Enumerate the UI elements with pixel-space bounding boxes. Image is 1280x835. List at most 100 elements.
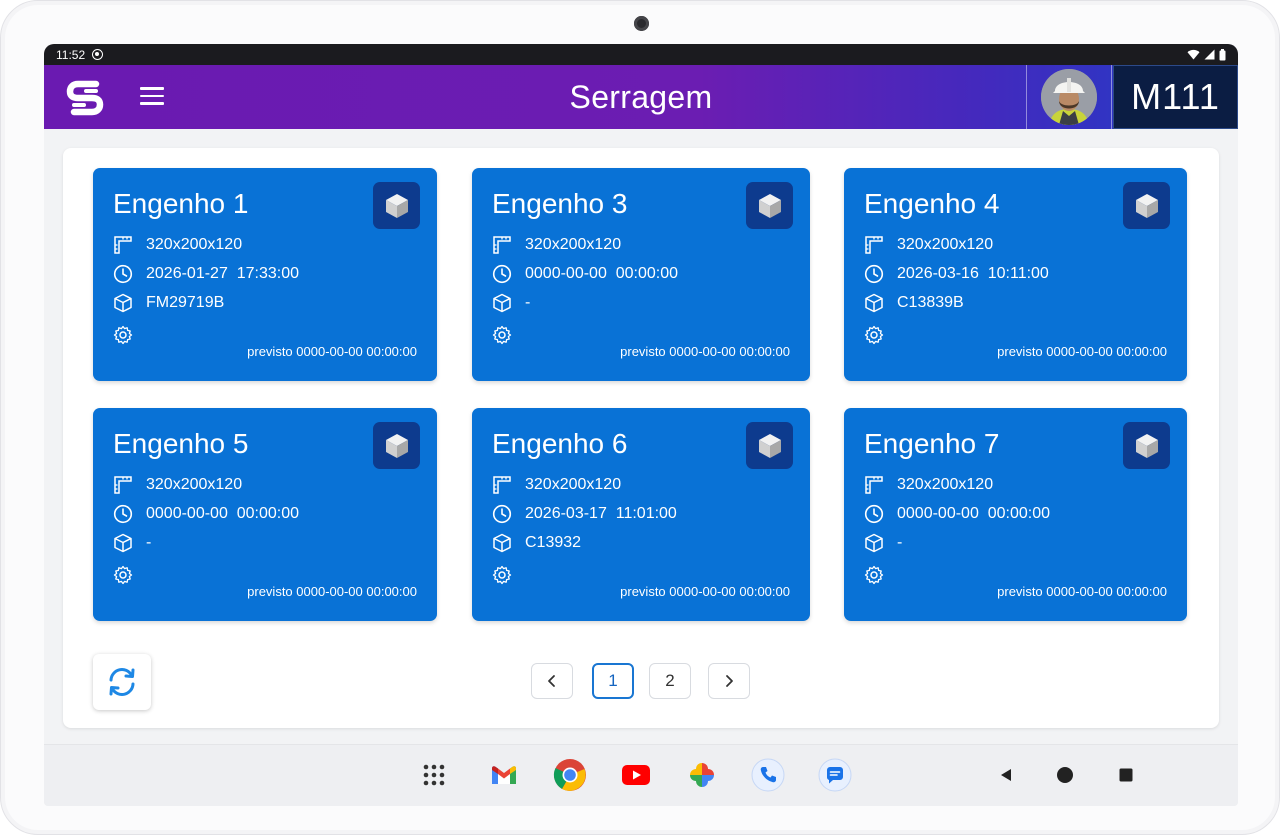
ruler-icon: [493, 236, 511, 254]
box-icon: [493, 293, 511, 313]
datetime-row: 2026-03-16 10:11:00: [864, 263, 1049, 285]
recents-button[interactable]: [1116, 765, 1136, 785]
card-title: Engenho 6: [492, 428, 628, 459]
datetime-row: 0000-00-00 00:00:00: [864, 503, 1050, 525]
cube-badge-button[interactable]: [1123, 422, 1170, 469]
cube-icon: [385, 433, 408, 458]
cube-icon: [758, 433, 781, 458]
app-bar: Serragem M111: [44, 65, 1238, 129]
gear-icon[interactable]: [492, 565, 512, 585]
tablet-frame: 11:52 Serragem M111 Engenho 1 320x200x12…: [0, 0, 1280, 835]
wifi-icon: [1187, 49, 1200, 60]
card-dimensions: 320x200x120: [525, 236, 622, 253]
navigation-bar: [44, 744, 1238, 806]
gear-icon[interactable]: [864, 325, 884, 345]
gear-icon[interactable]: [113, 565, 133, 585]
apps-grid-icon: [423, 764, 445, 786]
card-forecast: previsto 0000-00-00 00:00:00: [247, 584, 417, 599]
dimensions-row: 320x200x120: [113, 474, 242, 496]
card-forecast: previsto 0000-00-00 00:00:00: [997, 344, 1167, 359]
pagination-next-button[interactable]: [708, 663, 750, 699]
status-bar: 11:52: [44, 44, 1238, 65]
cube-icon: [758, 193, 781, 218]
chevron-right-icon: [726, 675, 733, 687]
datetime-row: 2026-03-17 11:01:00: [492, 503, 677, 525]
code-row: FM29719B: [113, 292, 224, 314]
main-panel: Engenho 1 320x200x120 2026-01-27 17:33:0…: [63, 148, 1219, 728]
card-title: Engenho 5: [113, 428, 249, 459]
cube-badge-button[interactable]: [373, 422, 420, 469]
youtube-app-button[interactable]: [618, 757, 654, 793]
card-datetime: 0000-00-00 00:00:00: [525, 265, 679, 282]
ruler-icon: [114, 476, 132, 494]
gear-icon[interactable]: [864, 565, 884, 585]
machine-card[interactable]: Engenho 3 320x200x120 0000-00-00 00:00:0…: [472, 168, 810, 381]
machine-card[interactable]: Engenho 4 320x200x120 2026-03-16 10:11:0…: [844, 168, 1187, 381]
code-row: C13932: [492, 532, 581, 554]
card-title: Engenho 3: [492, 188, 628, 219]
cube-badge-button[interactable]: [1123, 182, 1170, 229]
photos-icon: [690, 763, 714, 787]
code-row: -: [864, 532, 902, 554]
cube-badge-button[interactable]: [746, 182, 793, 229]
record-icon: [92, 49, 104, 60]
gmail-app-button[interactable]: [486, 757, 522, 793]
messages-app-button[interactable]: [817, 757, 853, 793]
refresh-button[interactable]: [93, 654, 151, 710]
gear-icon[interactable]: [492, 325, 512, 345]
back-triangle-icon: [1001, 769, 1011, 781]
chrome-app-button[interactable]: [552, 757, 588, 793]
cube-icon: [1135, 193, 1158, 218]
card-title: Engenho 1: [113, 188, 249, 219]
datetime-row: 0000-00-00 00:00:00: [492, 263, 678, 285]
card-dimensions: 320x200x120: [525, 476, 622, 493]
phone-app-button[interactable]: [750, 757, 786, 793]
phone-icon: [751, 758, 785, 792]
box-icon: [114, 533, 132, 553]
gear-icon[interactable]: [113, 325, 133, 345]
card-code: C13932: [525, 534, 582, 551]
card-code: -: [525, 294, 531, 311]
card-forecast: previsto 0000-00-00 00:00:00: [620, 584, 790, 599]
pagination-page-1[interactable]: 1: [592, 663, 634, 699]
home-circle-icon: [1057, 767, 1073, 783]
signal-icon: [1204, 49, 1215, 60]
cube-icon: [1135, 433, 1158, 458]
box-icon: [493, 533, 511, 553]
dimensions-row: 320x200x120: [492, 474, 621, 496]
back-button[interactable]: [996, 765, 1016, 785]
card-title: Engenho 7: [864, 428, 1000, 459]
pagination-prev-button[interactable]: [531, 663, 573, 699]
card-forecast: previsto 0000-00-00 00:00:00: [620, 344, 790, 359]
machine-card[interactable]: Engenho 5 320x200x120 0000-00-00 00:00:0…: [93, 408, 437, 621]
clock-icon: [492, 264, 512, 284]
card-datetime: 0000-00-00 00:00:00: [146, 505, 300, 522]
home-button[interactable]: [1055, 765, 1075, 785]
pagination-page-2[interactable]: 2: [649, 663, 691, 699]
machine-card[interactable]: Engenho 6 320x200x120 2026-03-17 11:01:0…: [472, 408, 810, 621]
chevron-left-icon: [548, 675, 555, 687]
dimensions-row: 320x200x120: [864, 234, 993, 256]
ruler-icon: [865, 476, 883, 494]
status-time: 11:52: [56, 47, 86, 62]
card-code: FM29719B: [146, 294, 225, 311]
app-drawer-button[interactable]: [416, 757, 452, 793]
clock-icon: [864, 504, 884, 524]
dimensions-row: 320x200x120: [492, 234, 621, 256]
messages-icon: [818, 758, 852, 792]
machine-card[interactable]: Engenho 1 320x200x120 2026-01-27 17:33:0…: [93, 168, 437, 381]
card-datetime: 2026-03-16 10:11:00: [897, 265, 1049, 282]
dimensions-row: 320x200x120: [113, 234, 242, 256]
datetime-row: 0000-00-00 00:00:00: [113, 503, 299, 525]
cube-badge-button[interactable]: [746, 422, 793, 469]
card-title: Engenho 4: [864, 188, 1000, 219]
photos-app-button[interactable]: [684, 757, 720, 793]
cube-badge-button[interactable]: [373, 182, 420, 229]
screen: 11:52 Serragem M111 Engenho 1 320x200x12…: [44, 44, 1238, 806]
code-row: -: [492, 292, 530, 314]
card-dimensions: 320x200x120: [146, 476, 243, 493]
machine-card[interactable]: Engenho 7 320x200x120 0000-00-00 00:00:0…: [844, 408, 1187, 621]
ruler-icon: [493, 476, 511, 494]
card-dimensions: 320x200x120: [897, 236, 994, 253]
user-avatar-button[interactable]: [1026, 65, 1112, 129]
